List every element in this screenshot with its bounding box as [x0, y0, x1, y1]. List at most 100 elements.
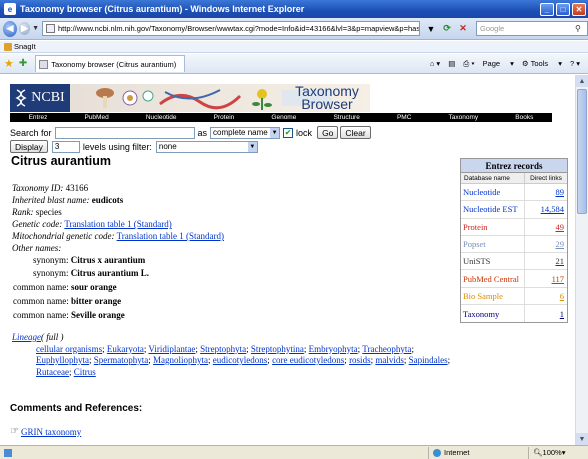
nav-protein[interactable]: Protein: [214, 114, 235, 121]
entrez-count-link[interactable]: 6: [525, 291, 567, 301]
entrez-db-name[interactable]: Nucleotide EST: [461, 201, 525, 218]
clear-button[interactable]: Clear: [340, 126, 371, 139]
entrez-count-link[interactable]: 1: [525, 309, 567, 319]
feeds-icon[interactable]: ▤: [448, 59, 455, 68]
lock-checkbox[interactable]: ✔: [283, 127, 294, 138]
lineage-item[interactable]: Rutaceae: [36, 367, 69, 377]
entrez-db-name[interactable]: Nucleotide: [461, 184, 525, 201]
lineage-full-toggle[interactable]: ( full ): [41, 332, 64, 342]
refresh-icon[interactable]: ⟳: [440, 22, 454, 36]
entrez-db-name[interactable]: UniSTS: [461, 253, 525, 270]
nav-taxonomy[interactable]: Taxonomy: [449, 114, 479, 121]
entrez-db-name[interactable]: Popset: [461, 235, 525, 253]
nav-structure[interactable]: Structure: [333, 114, 359, 121]
filter-select[interactable]: none ▼: [155, 140, 258, 153]
ncbi-navbar: Entrez PubMed Nucleotide Protein Genome …: [10, 113, 552, 122]
lineage-item[interactable]: Embryophyta: [309, 344, 358, 354]
levels-input[interactable]: 3: [51, 140, 80, 153]
lineage-item[interactable]: eudicotyledons: [213, 355, 268, 365]
history-dropdown-icon[interactable]: ▼: [32, 25, 39, 32]
zone-label: Internet: [444, 448, 470, 457]
vertical-scrollbar[interactable]: ▲ ▼: [575, 75, 588, 445]
globe-icon: [433, 448, 441, 457]
scroll-up-icon[interactable]: ▲: [576, 75, 588, 87]
name-type: synonym:: [33, 255, 69, 265]
name-value: bitter orange: [71, 296, 122, 306]
entrez-db-name[interactable]: Taxonomy: [461, 305, 525, 323]
lineage-item[interactable]: Streptophyta: [200, 344, 246, 354]
lineage-item[interactable]: cellular organisms: [36, 344, 102, 354]
table-row: UniSTS 21: [461, 253, 567, 271]
minimize-button[interactable]: _: [540, 2, 554, 16]
snagit-button[interactable]: SnagIt: [4, 42, 36, 51]
nav-books[interactable]: Books: [515, 114, 533, 121]
search-mode-select[interactable]: complete name ▼: [210, 126, 281, 139]
lineage-item[interactable]: Euphyllophyta: [36, 355, 89, 365]
print-icon[interactable]: ⎙ ▾: [463, 59, 474, 69]
lineage-item[interactable]: core eudicotyledons: [272, 355, 344, 365]
zoom-level[interactable]: 🔍︎ 100% ▾: [528, 446, 588, 459]
nav-genome[interactable]: Genome: [271, 114, 296, 121]
favorites-star-icon[interactable]: ★: [4, 57, 14, 70]
taxonomy-id-label: Taxonomy ID:: [12, 183, 64, 193]
entrez-count-link[interactable]: 49: [525, 222, 567, 232]
table-row: Popset 29: [461, 235, 567, 254]
search-icon[interactable]: ⚲: [575, 24, 587, 33]
table-row: Nucleotide 89: [461, 184, 567, 202]
stop-icon[interactable]: ✕: [456, 22, 470, 36]
home-icon[interactable]: ⌂ ▾: [430, 59, 440, 68]
nav-pmc[interactable]: PMC: [397, 114, 411, 121]
lineage-item[interactable]: Viridiplantae: [148, 344, 195, 354]
mito-code-link[interactable]: Translation table 1 (Standard): [117, 231, 224, 241]
help-icon[interactable]: ? ▾: [570, 59, 580, 68]
rank-label: Rank:: [12, 207, 34, 217]
lineage-link[interactable]: Lineage: [12, 332, 41, 342]
scroll-thumb[interactable]: [577, 89, 587, 214]
genetic-code-link[interactable]: Translation table 1 (Standard): [64, 219, 171, 229]
col-database-name: Database name: [461, 173, 525, 183]
taxonomy-search-input[interactable]: [54, 126, 195, 139]
lineage-item[interactable]: Magnoliophyta: [153, 355, 208, 365]
lineage-item[interactable]: Citrus: [74, 367, 96, 377]
clipped-text-line: [30, 438, 570, 445]
entrez-db-name[interactable]: Protein: [461, 218, 525, 235]
entrez-db-name[interactable]: Bio Sample: [461, 287, 525, 305]
nav-nucleotide[interactable]: Nucleotide: [146, 114, 177, 121]
entrez-rows: Nucleotide 89 Nucleotide EST 14,584 Protein 4…: [461, 184, 567, 323]
lineage-item[interactable]: malvids: [375, 355, 404, 365]
lineage-item[interactable]: Spermatophyta: [94, 355, 149, 365]
search-input[interactable]: Google ⚲: [476, 21, 588, 36]
lineage-item[interactable]: Eukaryota: [107, 344, 144, 354]
security-zone[interactable]: Internet: [428, 446, 528, 459]
lineage-item[interactable]: Streptophytina: [251, 344, 304, 354]
mito-code-label: Mitochondrial genetic code:: [12, 231, 115, 241]
add-favorites-icon[interactable]: ✚: [19, 58, 27, 69]
list-item: synonym: Citrus x aurantium: [33, 255, 145, 265]
entrez-count-link[interactable]: 21: [525, 256, 567, 266]
scroll-down-icon[interactable]: ▼: [576, 433, 588, 445]
back-button[interactable]: ◀: [3, 20, 17, 37]
ncbi-logo[interactable]: NCBI: [10, 84, 70, 112]
forward-button[interactable]: ▶: [18, 22, 31, 35]
close-button[interactable]: ✕: [572, 2, 586, 16]
lineage-item[interactable]: rosids: [349, 355, 371, 365]
entrez-count-link[interactable]: 117: [525, 274, 567, 284]
nav-pubmed[interactable]: PubMed: [84, 114, 108, 121]
tab-taxonomy-browser[interactable]: Taxonomy browser (Citrus aurantium): [35, 55, 186, 72]
page-menu[interactable]: Page ▾: [483, 59, 514, 68]
display-button[interactable]: Display: [10, 140, 48, 153]
tools-menu[interactable]: ⚙ Tools ▾: [522, 59, 562, 68]
nav-entrez[interactable]: Entrez: [29, 114, 48, 121]
address-field[interactable]: http://www.ncbi.nlm.nih.gov/Taxonomy/Bro…: [42, 21, 420, 36]
go-button[interactable]: Go: [317, 126, 339, 139]
lineage-item[interactable]: Sapindales: [409, 355, 448, 365]
lineage-item[interactable]: Tracheophyta: [362, 344, 411, 354]
grin-taxonomy-link[interactable]: GRIN taxonomy: [21, 427, 81, 437]
entrez-count-link[interactable]: 89: [525, 187, 567, 197]
address-url[interactable]: http://www.ncbi.nlm.nih.gov/Taxonomy/Bro…: [58, 24, 419, 33]
maximize-button[interactable]: □: [556, 2, 570, 16]
entrez-count-link[interactable]: 29: [525, 239, 567, 249]
entrez-db-name[interactable]: PubMed Central: [461, 270, 525, 287]
entrez-count-link[interactable]: 14,584: [525, 204, 567, 214]
address-dropdown-icon[interactable]: ▼: [424, 22, 438, 36]
